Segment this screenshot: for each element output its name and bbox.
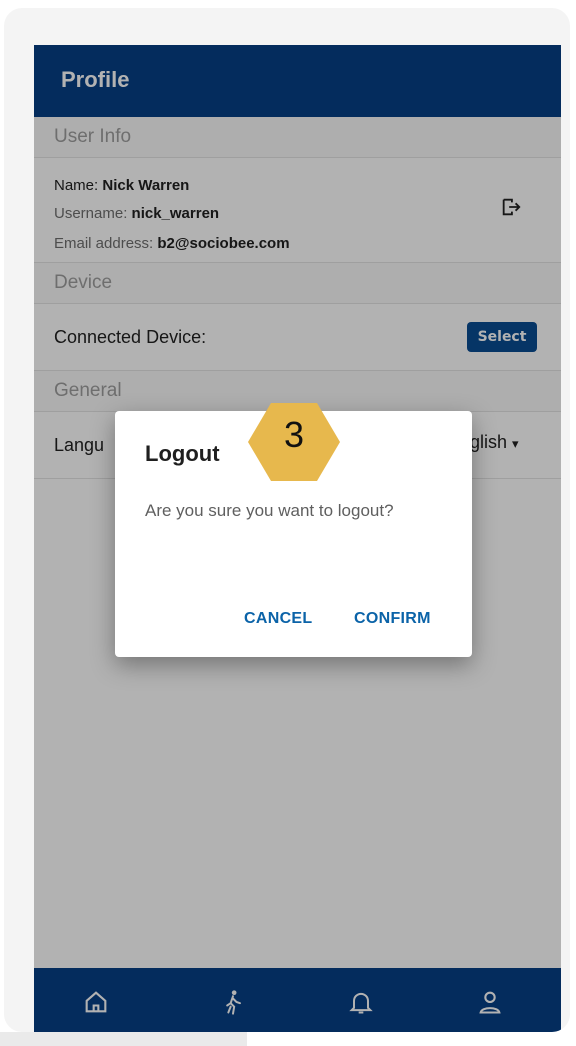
cancel-button[interactable]: CANCEL: [244, 610, 312, 628]
dialog-title: Logout: [145, 441, 220, 466]
bottom-strip: [0, 1032, 247, 1046]
dialog-message: Are you sure you want to logout?: [145, 501, 394, 520]
confirm-button[interactable]: CONFIRM: [354, 610, 431, 628]
step-badge-number: 3: [283, 414, 305, 455]
